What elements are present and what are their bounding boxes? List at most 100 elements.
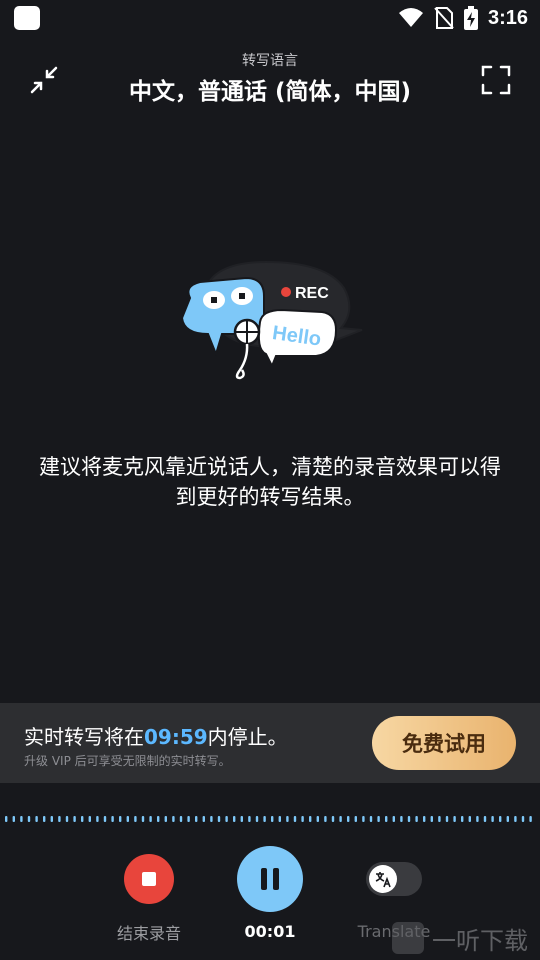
waveform-dot bbox=[316, 816, 319, 822]
waveform-dot bbox=[514, 816, 517, 822]
waveform-dot bbox=[521, 816, 525, 822]
waveform-dot bbox=[73, 816, 76, 822]
waveform-dot bbox=[263, 816, 266, 822]
waveform-dot bbox=[88, 816, 91, 822]
waveform-dot bbox=[324, 816, 327, 822]
waveform-dot bbox=[157, 816, 160, 822]
translate-icon bbox=[375, 872, 391, 888]
language-selector[interactable]: 中文，普通话 (简体，中国) bbox=[0, 72, 540, 106]
waveform-dot bbox=[286, 816, 289, 822]
waveform-dot bbox=[278, 816, 281, 822]
waveform-dot bbox=[483, 816, 487, 822]
waveform-dot bbox=[35, 816, 38, 822]
pause-icon bbox=[261, 868, 267, 890]
waveform-dot bbox=[27, 816, 31, 822]
status-bar: 3:16 bbox=[0, 0, 540, 36]
waveform-dot bbox=[12, 816, 15, 822]
waveform-dot bbox=[20, 816, 23, 822]
pause-icon-bar bbox=[273, 868, 279, 890]
rec-label: REC bbox=[295, 285, 329, 302]
waveform-dot bbox=[50, 816, 53, 822]
translate-toggle[interactable] bbox=[366, 862, 422, 896]
waveform-dot bbox=[339, 816, 342, 822]
recording-hint: 建议将麦克风靠近说话人，清楚的录音效果可以得到更好的转写结果。 bbox=[39, 455, 501, 509]
waveform-dot bbox=[141, 816, 145, 822]
waveform-dot bbox=[407, 816, 411, 822]
waveform-dot bbox=[5, 816, 8, 822]
fullscreen-button[interactable] bbox=[480, 64, 512, 96]
waveform-dot bbox=[400, 816, 403, 822]
waveform-dot bbox=[187, 816, 190, 822]
stop-recording-button[interactable] bbox=[124, 854, 174, 904]
waveform-dot bbox=[179, 816, 183, 822]
waveform-dot bbox=[119, 816, 122, 822]
speech-bubbles-illustration: REC Hello bbox=[180, 260, 363, 380]
pause-button[interactable] bbox=[237, 846, 303, 912]
waveform-dot bbox=[392, 816, 395, 822]
watermark: 一听下载 bbox=[392, 918, 540, 958]
time-limit-suffix: 内停止。 bbox=[207, 725, 288, 749]
audio-waveform bbox=[5, 816, 532, 822]
waveform-dot bbox=[529, 816, 532, 822]
vip-banner: 实时转写将在09:59内停止。 升级 VIP 后可享受无限制的实时转写。 免费试… bbox=[0, 703, 540, 783]
waveform-dot bbox=[377, 816, 380, 822]
waveform-dot bbox=[301, 816, 304, 822]
waveform-dot bbox=[423, 816, 426, 822]
time-limit-countdown: 09:59 bbox=[144, 725, 208, 749]
waveform-dot bbox=[362, 816, 365, 822]
waveform-dot bbox=[271, 816, 274, 822]
waveform-dot bbox=[468, 816, 471, 822]
waveform-dot bbox=[240, 816, 243, 822]
waveform-dot bbox=[430, 816, 433, 822]
waveform-dot bbox=[309, 816, 312, 822]
vip-upgrade-note: 升级 VIP 后可享受无限制的实时转写。 bbox=[24, 754, 231, 768]
waveform-dot bbox=[445, 816, 449, 822]
waveform-dot bbox=[103, 816, 107, 822]
waveform-dot bbox=[369, 816, 373, 822]
elapsed-time: 00:01 bbox=[244, 922, 296, 941]
waveform-dot bbox=[248, 816, 251, 822]
language-caption: 转写语言 bbox=[242, 53, 298, 69]
waveform-dot bbox=[111, 816, 114, 822]
no-sim-icon bbox=[434, 7, 454, 29]
waveform-dot bbox=[293, 816, 297, 822]
waveform-dot bbox=[499, 816, 502, 822]
header: 转写语言 中文，普通话 (简体，中国) bbox=[0, 44, 540, 114]
waveform-dot bbox=[347, 816, 350, 822]
stop-icon bbox=[142, 872, 156, 886]
waveform-dot bbox=[65, 816, 69, 822]
waveform-dot bbox=[81, 816, 84, 822]
status-icons: 3:16 bbox=[398, 4, 528, 32]
status-time: 3:16 bbox=[487, 6, 528, 29]
time-limit-message: 实时转写将在09:59内停止。 bbox=[24, 721, 288, 750]
free-trial-button[interactable]: 免费试用 bbox=[372, 716, 516, 770]
waveform-dot bbox=[354, 816, 357, 822]
waveform-dot bbox=[461, 816, 464, 822]
waveform-dot bbox=[491, 816, 494, 822]
waveform-dot bbox=[506, 816, 509, 822]
watermark-logo bbox=[392, 922, 424, 954]
waveform-dot bbox=[202, 816, 205, 822]
waveform-dot bbox=[96, 816, 99, 822]
app-icon bbox=[14, 6, 40, 30]
waveform-dot bbox=[134, 816, 137, 822]
waveform-dot bbox=[453, 816, 456, 822]
battery-charging-icon bbox=[463, 6, 478, 30]
translate-knob bbox=[369, 865, 397, 893]
waveform-dot bbox=[58, 816, 61, 822]
rec-dot bbox=[281, 287, 291, 297]
watermark-text: 一听下载 bbox=[432, 926, 528, 955]
waveform-dot bbox=[225, 816, 228, 822]
waveform-dot bbox=[415, 816, 418, 822]
wifi-icon bbox=[398, 8, 423, 27]
waveform-dot bbox=[210, 816, 213, 822]
waveform-dot bbox=[217, 816, 221, 822]
waveform-dot bbox=[43, 816, 46, 822]
waveform-dot bbox=[164, 816, 167, 822]
waveform-dot bbox=[149, 816, 152, 822]
waveform-dot bbox=[438, 816, 441, 822]
recording-illustration: REC Hello bbox=[176, 258, 366, 388]
waveform-dot bbox=[172, 816, 175, 822]
waveform-dot bbox=[331, 816, 335, 822]
waveform-dot bbox=[385, 816, 388, 822]
